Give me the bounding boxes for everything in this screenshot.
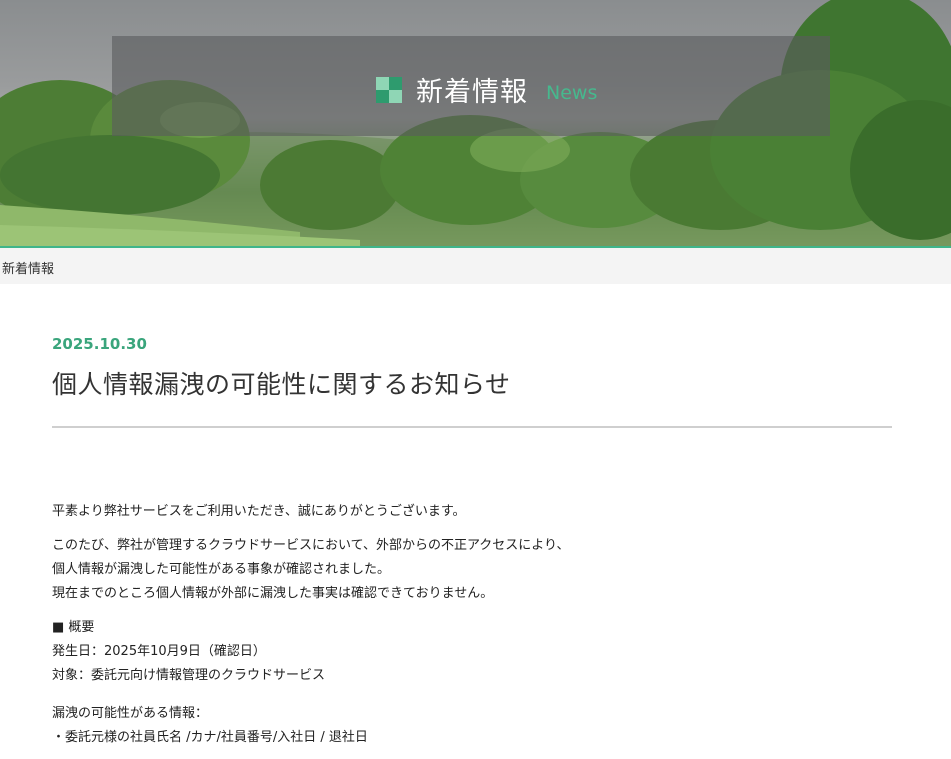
- greeting-text: 平素より弊社サービスをご利用いただき、誠にありがとうございます。: [52, 504, 466, 519]
- hero-banner: 新着情報 News: [0, 0, 951, 246]
- body-line-2: 個人情報が漏洩した可能性がある事象が確認されました。: [52, 562, 391, 577]
- page-subtitle-en: News: [546, 81, 598, 104]
- overview-occurred: 発生日：2025年10月9日（確認日）: [52, 644, 266, 659]
- body-line-3: 現在までのところ個人情報が外部に漏洩した事実は確認できておりません。: [52, 586, 494, 601]
- breadcrumb: 新着情報: [0, 248, 951, 284]
- article-date: 2025.10.30: [52, 335, 147, 353]
- body-line-1: このたび、弊社が管理するクラウドサービスにおいて、外部からの不正アクセスにより、: [52, 538, 570, 553]
- overview-heading: ■ 概要: [52, 620, 95, 635]
- hero-title-group: 新着情報 News: [376, 70, 597, 109]
- page-title: 新着情報: [416, 77, 528, 108]
- article-body: 平素より弊社サービスをご利用いただき、誠にありがとうございます。 このたび、弊社…: [52, 500, 892, 750]
- news-logo-icon: [376, 76, 402, 103]
- article-title: 個人情報漏洩の可能性に関するお知らせ: [52, 370, 511, 399]
- breadcrumb-current: 新着情報: [2, 262, 55, 277]
- leak-heading: 漏洩の可能性がある情報：: [52, 706, 209, 721]
- overview-target: 対象：委託元向け情報管理のクラウドサービス: [52, 668, 326, 683]
- leak-item-1: ・委託元様の社員氏名 /カナ/社員番号/入社日 / 退社日: [52, 730, 368, 745]
- article-header: 2025.10.30 個人情報漏洩の可能性に関するお知らせ: [52, 330, 892, 428]
- title-divider: [52, 426, 892, 428]
